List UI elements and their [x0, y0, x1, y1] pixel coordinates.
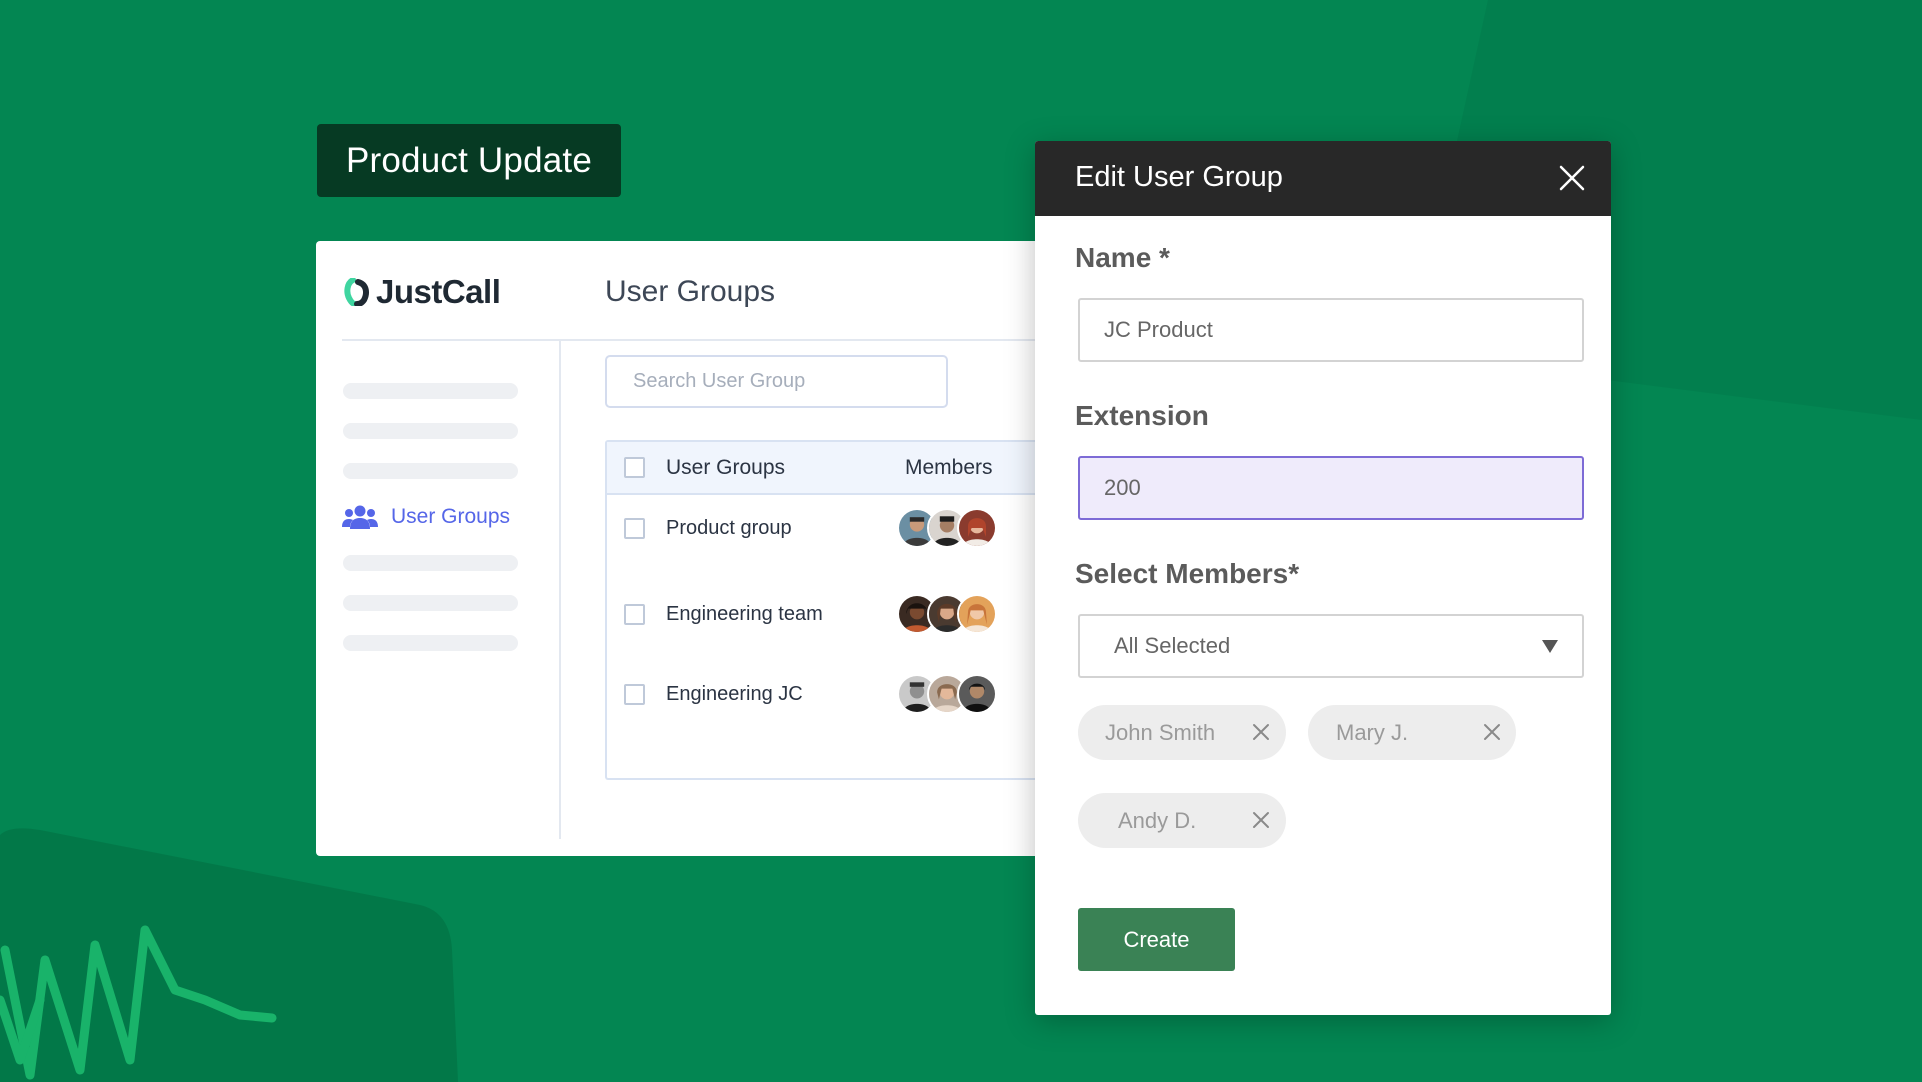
chevron-down-icon — [1542, 640, 1558, 653]
avatar — [957, 594, 997, 634]
sidebar-divider — [559, 341, 561, 839]
app-window: JustCall User Groups User Groups User Gr… — [316, 241, 1146, 856]
modal-title: Edit User Group — [1075, 161, 1283, 193]
select-members-value: All Selected — [1114, 633, 1231, 658]
member-chip: John Smith — [1078, 705, 1286, 760]
group-name: Engineering team — [666, 602, 823, 625]
sidebar-item-placeholder[interactable] — [343, 423, 518, 439]
name-field[interactable]: JC Product — [1078, 298, 1584, 362]
name-field-value: JC Product — [1104, 317, 1213, 342]
group-name: Product group — [666, 516, 792, 539]
member-chip-label: John Smith — [1105, 719, 1216, 745]
user-groups-table: User Groups Members Product group Engine… — [605, 440, 1065, 780]
member-avatars — [897, 594, 997, 634]
select-all-checkbox[interactable] — [624, 457, 645, 478]
column-header-members: Members — [905, 455, 993, 479]
edit-user-group-modal: Edit User Group Name * JC Product Extens… — [1035, 141, 1611, 1015]
member-avatars — [897, 508, 997, 548]
page-title: User Groups — [605, 275, 776, 308]
product-update-badge: Product Update — [317, 124, 621, 197]
extension-field-value: 200 — [1104, 475, 1141, 500]
sidebar-item-label: User Groups — [391, 505, 511, 528]
member-chip: Andy D. — [1078, 793, 1286, 848]
brand-name: JustCall — [376, 273, 501, 310]
table-row[interactable]: Engineering team — [607, 594, 1065, 634]
search-user-group-input[interactable] — [605, 355, 948, 408]
extension-label: Extension — [1075, 400, 1209, 431]
select-members-dropdown[interactable]: All Selected — [1078, 614, 1584, 678]
modal-header: Edit User Group — [1035, 141, 1611, 216]
remove-chip-icon[interactable] — [1483, 723, 1501, 741]
close-icon[interactable] — [1559, 165, 1585, 191]
group-name: Engineering JC — [666, 682, 803, 705]
table-row[interactable]: Engineering JC — [607, 674, 1065, 714]
remove-chip-icon[interactable] — [1252, 811, 1270, 829]
extension-field[interactable]: 200 — [1078, 456, 1584, 520]
row-checkbox[interactable] — [624, 683, 645, 705]
select-members-label: Select Members* — [1075, 558, 1300, 589]
member-chip-label: Mary J. — [1336, 719, 1409, 745]
member-avatars — [897, 674, 997, 714]
avatar — [957, 674, 997, 714]
users-icon — [342, 505, 378, 529]
column-header-user-groups: User Groups — [666, 455, 786, 479]
sidebar-item-placeholder[interactable] — [343, 383, 518, 399]
sidebar-item-placeholder[interactable] — [343, 595, 518, 611]
sidebar-item-placeholder[interactable] — [343, 555, 518, 571]
row-checkbox[interactable] — [624, 603, 645, 625]
sidebar-item-placeholder[interactable] — [343, 635, 518, 651]
justcall-logo-icon — [344, 278, 369, 306]
header-divider — [342, 339, 1146, 341]
member-chip: Mary J. — [1308, 705, 1516, 760]
sidebar-item-user-groups[interactable]: User Groups — [342, 505, 510, 529]
sidebar-item-placeholder[interactable] — [343, 463, 518, 479]
justcall-logo: JustCall — [344, 273, 501, 311]
avatar — [957, 508, 997, 548]
table-header: User Groups Members — [607, 442, 1065, 495]
name-label: Name * — [1075, 242, 1170, 273]
create-button[interactable]: Create — [1078, 908, 1235, 971]
member-chip-label: Andy D. — [1118, 807, 1197, 833]
remove-chip-icon[interactable] — [1252, 723, 1270, 741]
table-row[interactable]: Product group — [607, 508, 1065, 548]
row-checkbox[interactable] — [624, 517, 645, 539]
